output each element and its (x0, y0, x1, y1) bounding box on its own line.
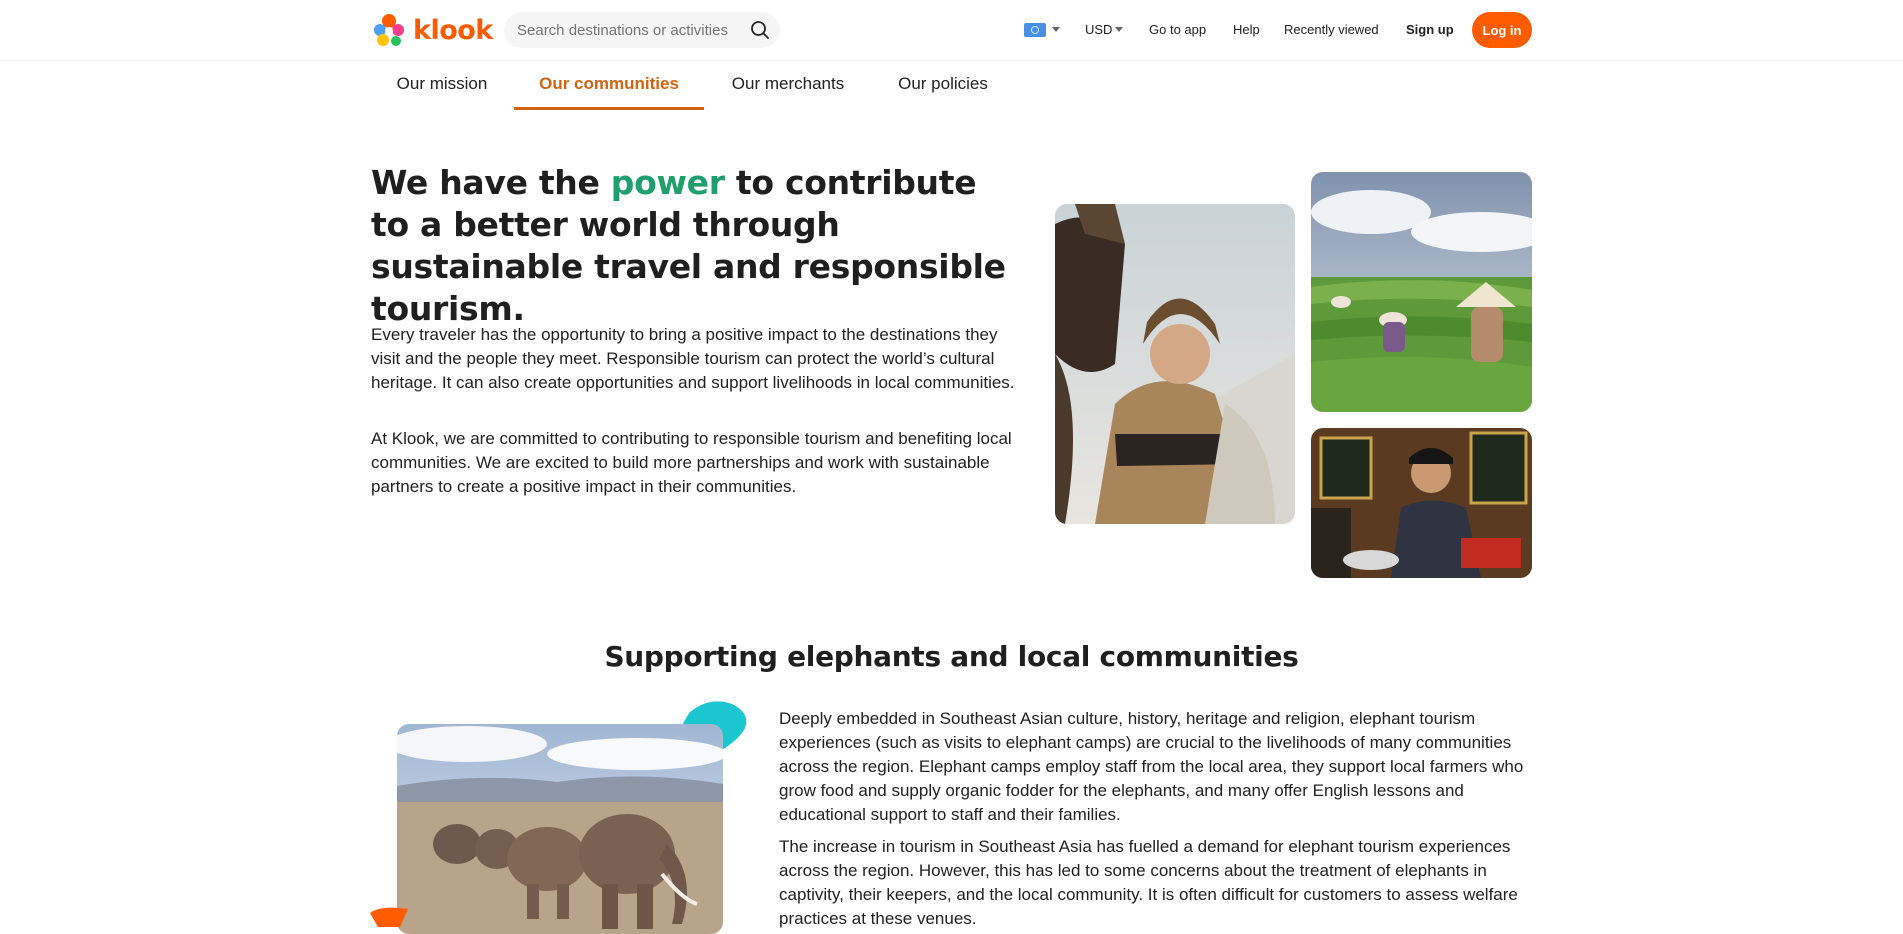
currency-chevron-down-icon[interactable] (1115, 27, 1123, 32)
hero-title-start: We have the (371, 163, 611, 202)
search-icon[interactable] (750, 20, 770, 40)
recently-viewed-link[interactable]: Recently viewed (1284, 22, 1379, 37)
section-title: Supporting elephants and local communiti… (604, 640, 1299, 673)
elephants-photo (397, 724, 723, 934)
eagle-hunter-photo (1055, 204, 1295, 524)
elephants-paragraph-1: Deeply embedded in Southeast Asian cultu… (779, 709, 1524, 824)
hero-paragraph-2: At Klook, we are committed to contributi… (371, 429, 1012, 496)
hero-title-highlight: power (610, 163, 725, 202)
hero-title: We have the power to contribute to a bet… (371, 162, 1011, 330)
currency-selector[interactable]: USD (1085, 22, 1112, 37)
elephants-paragraph-2: The increase in tourism in Southeast Asi… (779, 837, 1518, 928)
go-to-app-link[interactable]: Go to app (1149, 22, 1206, 37)
hero-paragraph-1: Every traveler has the opportunity to br… (371, 325, 1015, 392)
logo-text: klook (413, 14, 493, 46)
language-chevron-down-icon[interactable] (1052, 27, 1060, 32)
search-input[interactable] (515, 20, 749, 40)
klook-logo[interactable]: klook (371, 12, 493, 48)
tab-our-mission[interactable]: Our mission (371, 60, 513, 108)
calligrapher-photo (1311, 428, 1532, 578)
sign-up-link[interactable]: Sign up (1406, 22, 1454, 37)
top-header: klook USD Go to app Help Recently viewed… (0, 0, 1903, 61)
klook-logo-icon (374, 14, 404, 46)
tab-our-communities[interactable]: Our communities (514, 60, 704, 110)
tab-our-merchants[interactable]: Our merchants (704, 60, 872, 108)
language-flag-icon[interactable] (1024, 23, 1046, 37)
help-link[interactable]: Help (1233, 22, 1260, 37)
search-bar[interactable] (504, 12, 780, 48)
tab-our-policies[interactable]: Our policies (872, 60, 1014, 108)
decorative-orange-shape-icon (370, 907, 408, 927)
tea-farmers-photo (1311, 172, 1532, 412)
elephant-image-group (370, 700, 750, 934)
log-in-button[interactable]: Log in (1472, 12, 1532, 48)
